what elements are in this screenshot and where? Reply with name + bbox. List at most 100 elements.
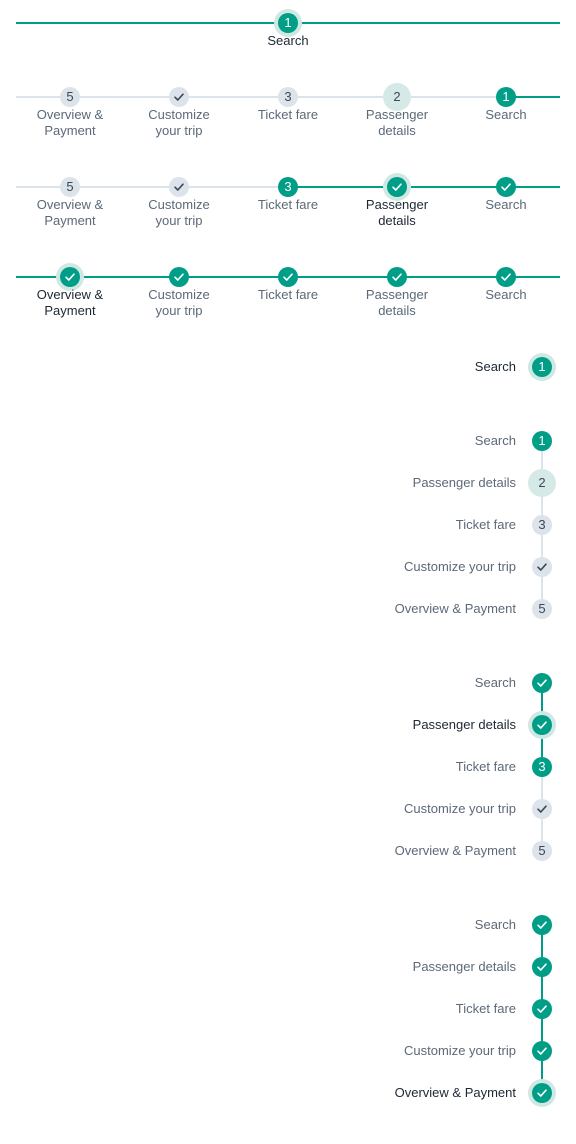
step-label: Customize your trip — [404, 801, 516, 816]
step-check-marker[interactable] — [169, 267, 189, 287]
step-check-marker[interactable] — [60, 267, 80, 287]
step-check-marker[interactable] — [532, 915, 552, 935]
step-check-marker[interactable] — [278, 267, 298, 287]
step-label: Passenger details — [412, 717, 516, 732]
step-number-badge[interactable]: 1 — [532, 357, 552, 377]
step-check-marker[interactable] — [532, 1041, 552, 1061]
step-check-marker[interactable] — [496, 267, 516, 287]
step-label: Overview & Payment — [394, 601, 516, 616]
check-icon — [174, 93, 184, 101]
step-number-badge[interactable]: 1 — [278, 13, 298, 33]
step-check-marker[interactable] — [532, 799, 552, 819]
stepper-step[interactable]: 3 Ticket fare — [332, 757, 552, 777]
step-number-badge[interactable]: 1 — [496, 87, 516, 107]
check-icon — [501, 273, 511, 281]
progress-line — [70, 276, 179, 278]
step-label: Passenger details — [412, 959, 516, 974]
step-label: Ticket fare — [455, 1001, 516, 1016]
stepper-step[interactable]: Search — [332, 915, 552, 935]
stepper-step[interactable]: 5 Overview & Payment — [332, 841, 552, 861]
check-icon — [537, 1089, 547, 1097]
step-label: Customize your trip — [404, 559, 516, 574]
step-check-marker[interactable] — [532, 715, 552, 735]
step-check-marker[interactable] — [387, 267, 407, 287]
step-label: Overview & Payment — [394, 1085, 516, 1100]
step-label: Overview & Payment — [36, 107, 104, 138]
step-label: Search — [474, 359, 516, 374]
step-number-badge[interactable]: 3 — [532, 757, 552, 777]
step-check-marker[interactable] — [532, 557, 552, 577]
check-icon — [501, 183, 511, 191]
step-label: Search — [267, 33, 309, 48]
step-number-badge[interactable]: 5 — [60, 87, 80, 107]
progress-line — [288, 276, 397, 278]
step-number-badge[interactable]: 5 — [532, 841, 552, 861]
check-icon — [537, 1047, 547, 1055]
progress-line — [397, 186, 506, 188]
step-label: Customize your trip — [148, 287, 210, 318]
stepper-step[interactable]: 1 Search — [332, 357, 552, 377]
step-label: Passenger details — [365, 197, 429, 228]
progress-line — [179, 276, 288, 278]
step-label: Search — [485, 107, 527, 122]
step-check-marker[interactable] — [387, 177, 407, 197]
check-icon — [392, 273, 402, 281]
step-label: Search — [474, 917, 516, 932]
progress-line — [70, 96, 179, 98]
progress-line — [179, 186, 288, 188]
check-icon — [537, 563, 547, 571]
step-number-badge[interactable]: 2 — [528, 469, 556, 497]
check-icon — [283, 273, 293, 281]
step-label: Ticket fare — [455, 517, 516, 532]
step-label: Ticket fare — [257, 107, 319, 122]
step-label: Overview & Payment — [36, 287, 104, 318]
check-icon — [537, 963, 547, 971]
step-label: Overview & Payment — [394, 843, 516, 858]
step-label: Ticket fare — [455, 759, 516, 774]
stepper-step[interactable]: Passenger details — [332, 957, 552, 977]
progress-line — [288, 186, 397, 188]
stepper-step[interactable]: Customize your trip — [332, 799, 552, 819]
step-check-marker[interactable] — [532, 1083, 552, 1103]
step-check-marker[interactable] — [532, 673, 552, 693]
stepper-step[interactable]: Customize your trip — [332, 557, 552, 577]
stepper-step[interactable]: Ticket fare — [332, 999, 552, 1019]
stepper-step[interactable]: 2 Passenger details — [332, 469, 556, 497]
stepper-step[interactable]: 3 Ticket fare — [332, 515, 552, 535]
step-label: Customize your trip — [404, 1043, 516, 1058]
step-label: Overview & Payment — [36, 197, 104, 228]
stepper-step[interactable]: Customize your trip — [332, 1041, 552, 1061]
step-check-marker[interactable] — [532, 999, 552, 1019]
progress-line — [288, 96, 397, 98]
step-label: Search — [474, 675, 516, 690]
progress-line — [397, 276, 506, 278]
step-number-badge[interactable]: 1 — [532, 431, 552, 451]
step-number-badge[interactable]: 3 — [278, 177, 298, 197]
step-check-marker[interactable] — [169, 87, 189, 107]
check-icon — [537, 1005, 547, 1013]
step-label: Customize your trip — [148, 107, 210, 138]
stepper-step[interactable]: Search — [332, 673, 552, 693]
step-label: Search — [485, 287, 527, 302]
progress-line — [397, 96, 506, 98]
step-label: Ticket fare — [257, 197, 319, 212]
check-icon — [174, 273, 184, 281]
step-check-marker[interactable] — [169, 177, 189, 197]
step-check-marker[interactable] — [532, 957, 552, 977]
step-number-badge[interactable]: 3 — [532, 515, 552, 535]
check-icon — [537, 679, 547, 687]
step-number-badge[interactable]: 3 — [278, 87, 298, 107]
step-label: Passenger details — [365, 107, 429, 138]
step-number-badge[interactable]: 5 — [532, 599, 552, 619]
stepper-step[interactable]: 1 Search — [332, 431, 552, 451]
check-icon — [174, 183, 184, 191]
stepper-step[interactable]: Overview & Payment — [332, 1083, 552, 1103]
stepper-step[interactable]: 5 Overview & Payment — [332, 599, 552, 619]
step-label: Passenger details — [365, 287, 429, 318]
check-icon — [537, 805, 547, 813]
step-number-badge[interactable]: 5 — [60, 177, 80, 197]
stepper-step[interactable]: Passenger details — [332, 715, 552, 735]
step-check-marker[interactable] — [496, 177, 516, 197]
step-label: Passenger details — [412, 475, 516, 490]
step-label: Ticket fare — [257, 287, 319, 302]
